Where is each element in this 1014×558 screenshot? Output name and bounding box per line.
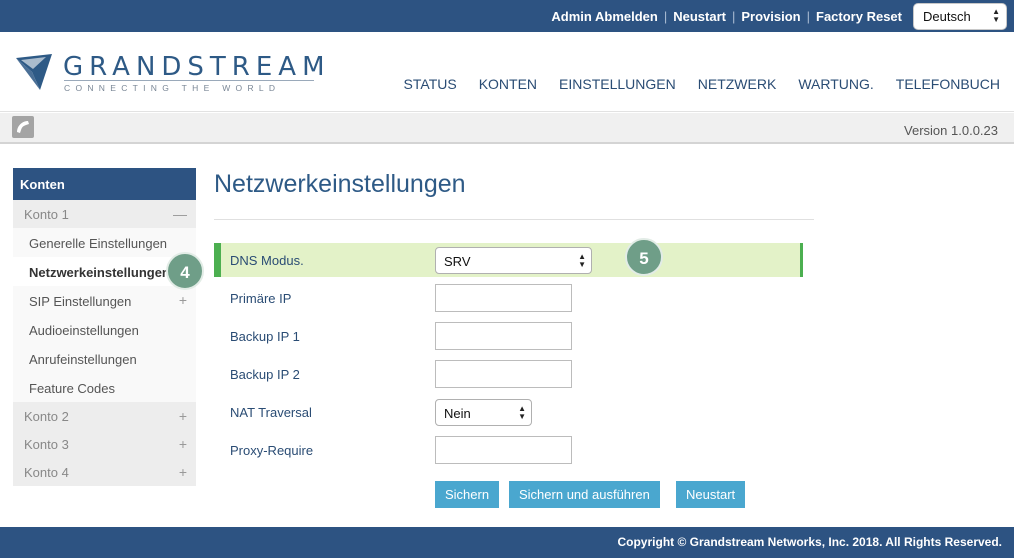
- grandstream-logo-icon: [12, 50, 58, 99]
- nav-konten[interactable]: KONTEN: [479, 76, 537, 92]
- header: GRANDSTREAM CONNECTING THE WORLD STATUS …: [0, 32, 1014, 112]
- brand-divider: [64, 80, 314, 81]
- step-badge-4: 4: [166, 252, 204, 290]
- factory-reset-link[interactable]: Factory Reset: [816, 9, 902, 24]
- nav-wartung[interactable]: WARTUNG.: [798, 76, 873, 92]
- nav-netzwerk[interactable]: NETZWERK: [698, 76, 777, 92]
- brand-tagline: CONNECTING THE WORLD: [64, 83, 281, 93]
- nat-traversal-value: Nein: [444, 406, 471, 421]
- expand-icon[interactable]: +: [179, 436, 187, 452]
- sidebar-item-label: Anrufeinstellungen: [29, 352, 137, 367]
- sidebar-account-1[interactable]: Konto 1 —: [13, 200, 196, 228]
- expand-icon[interactable]: +: [179, 408, 187, 424]
- primary-ip-input[interactable]: [435, 284, 572, 312]
- separator: |: [731, 8, 736, 24]
- top-bar: Admin Abmelden | Neustart | Provision | …: [0, 0, 1014, 32]
- reboot-link[interactable]: Neustart: [673, 9, 726, 24]
- proxy-require-label: Proxy-Require: [230, 443, 314, 458]
- sidebar: Konten Konto 1 — Generelle Einstellungen…: [13, 168, 196, 486]
- sidebar-title: Konten: [13, 168, 196, 200]
- firmware-version: Version 1.0.0.23: [904, 123, 998, 138]
- language-select[interactable]: Deutsch ▲ ▼: [913, 3, 1007, 30]
- sub-bar: Version 1.0.0.23: [0, 113, 1014, 144]
- backup-ip2-input[interactable]: [435, 360, 572, 388]
- brand-name: GRANDSTREAM: [63, 52, 331, 82]
- expand-icon[interactable]: +: [179, 292, 187, 308]
- language-value: Deutsch: [923, 9, 971, 24]
- nat-traversal-select[interactable]: Nein ▲ ▼: [435, 399, 532, 426]
- primary-ip-label: Primäre IP: [230, 291, 292, 306]
- backup-ip1-input[interactable]: [435, 322, 572, 350]
- save-apply-button[interactable]: Sichern und ausführen: [509, 481, 660, 508]
- logout-link[interactable]: Admin Abmelden: [551, 9, 657, 24]
- step-badge-5: 5: [625, 238, 663, 276]
- nat-traversal-label: NAT Traversal: [230, 405, 312, 420]
- sidebar-account-label: Konto 1: [24, 207, 69, 222]
- sidebar-item-audio[interactable]: Audioeinstellungen: [13, 315, 196, 344]
- sidebar-item-feature-codes[interactable]: Feature Codes: [13, 373, 196, 402]
- select-arrows-icon: ▲ ▼: [518, 404, 526, 421]
- sidebar-item-label: Feature Codes: [29, 381, 115, 396]
- expand-icon[interactable]: +: [179, 464, 187, 480]
- sidebar-account-label: Konto 3: [24, 437, 69, 452]
- sidebar-account-label: Konto 2: [24, 409, 69, 424]
- dns-mode-value: SRV: [444, 254, 471, 269]
- sidebar-item-calls[interactable]: Anrufeinstellungen: [13, 344, 196, 373]
- separator: |: [806, 8, 811, 24]
- collapse-icon[interactable]: —: [173, 206, 187, 222]
- backup-ip2-label: Backup IP 2: [230, 367, 300, 382]
- main-nav: STATUS KONTEN EINSTELLUNGEN NETZWERK WAR…: [382, 76, 1000, 92]
- sidebar-item-general[interactable]: Generelle Einstellungen: [13, 228, 196, 257]
- sidebar-item-label: Audioeinstellungen: [29, 323, 139, 338]
- sidebar-account-2[interactable]: Konto 2 +: [13, 402, 196, 430]
- separator: |: [663, 8, 668, 24]
- page-title: Netzwerkeinstellungen: [214, 170, 466, 198]
- dns-mode-select[interactable]: SRV ▲ ▼: [435, 247, 592, 274]
- sidebar-account-3[interactable]: Konto 3 +: [13, 430, 196, 458]
- reboot-button[interactable]: Neustart: [676, 481, 746, 508]
- sidebar-account-label: Konto 4: [24, 465, 69, 480]
- sidebar-item-sip[interactable]: SIP Einstellungen +: [13, 286, 196, 315]
- proxy-require-input[interactable]: [435, 436, 572, 464]
- select-arrows-icon: ▲ ▼: [992, 7, 1000, 24]
- copyright: Copyright © Grandstream Networks, Inc. 2…: [617, 535, 1002, 549]
- sidebar-account-4[interactable]: Konto 4 +: [13, 458, 196, 486]
- nav-einstellungen[interactable]: EINSTELLUNGEN: [559, 76, 676, 92]
- select-arrows-icon: ▲ ▼: [578, 252, 586, 269]
- title-divider: [214, 219, 814, 220]
- nav-telefonbuch[interactable]: TELEFONBUCH: [896, 76, 1000, 92]
- sidebar-item-label: SIP Einstellungen: [29, 294, 132, 309]
- save-button[interactable]: Sichern: [435, 481, 500, 508]
- dns-mode-label: DNS Modus.: [230, 253, 304, 268]
- sidebar-item-label: Generelle Einstellungen: [29, 236, 168, 251]
- backup-ip1-label: Backup IP 1: [230, 329, 300, 344]
- footer: Copyright © Grandstream Networks, Inc. 2…: [0, 527, 1014, 558]
- nav-status[interactable]: STATUS: [404, 76, 457, 92]
- phone-icon[interactable]: [12, 116, 34, 138]
- sidebar-item-label: Netzwerkeinstellungen: [29, 265, 170, 280]
- provision-link[interactable]: Provision: [741, 9, 800, 24]
- top-links: Admin Abmelden | Neustart | Provision | …: [551, 0, 902, 32]
